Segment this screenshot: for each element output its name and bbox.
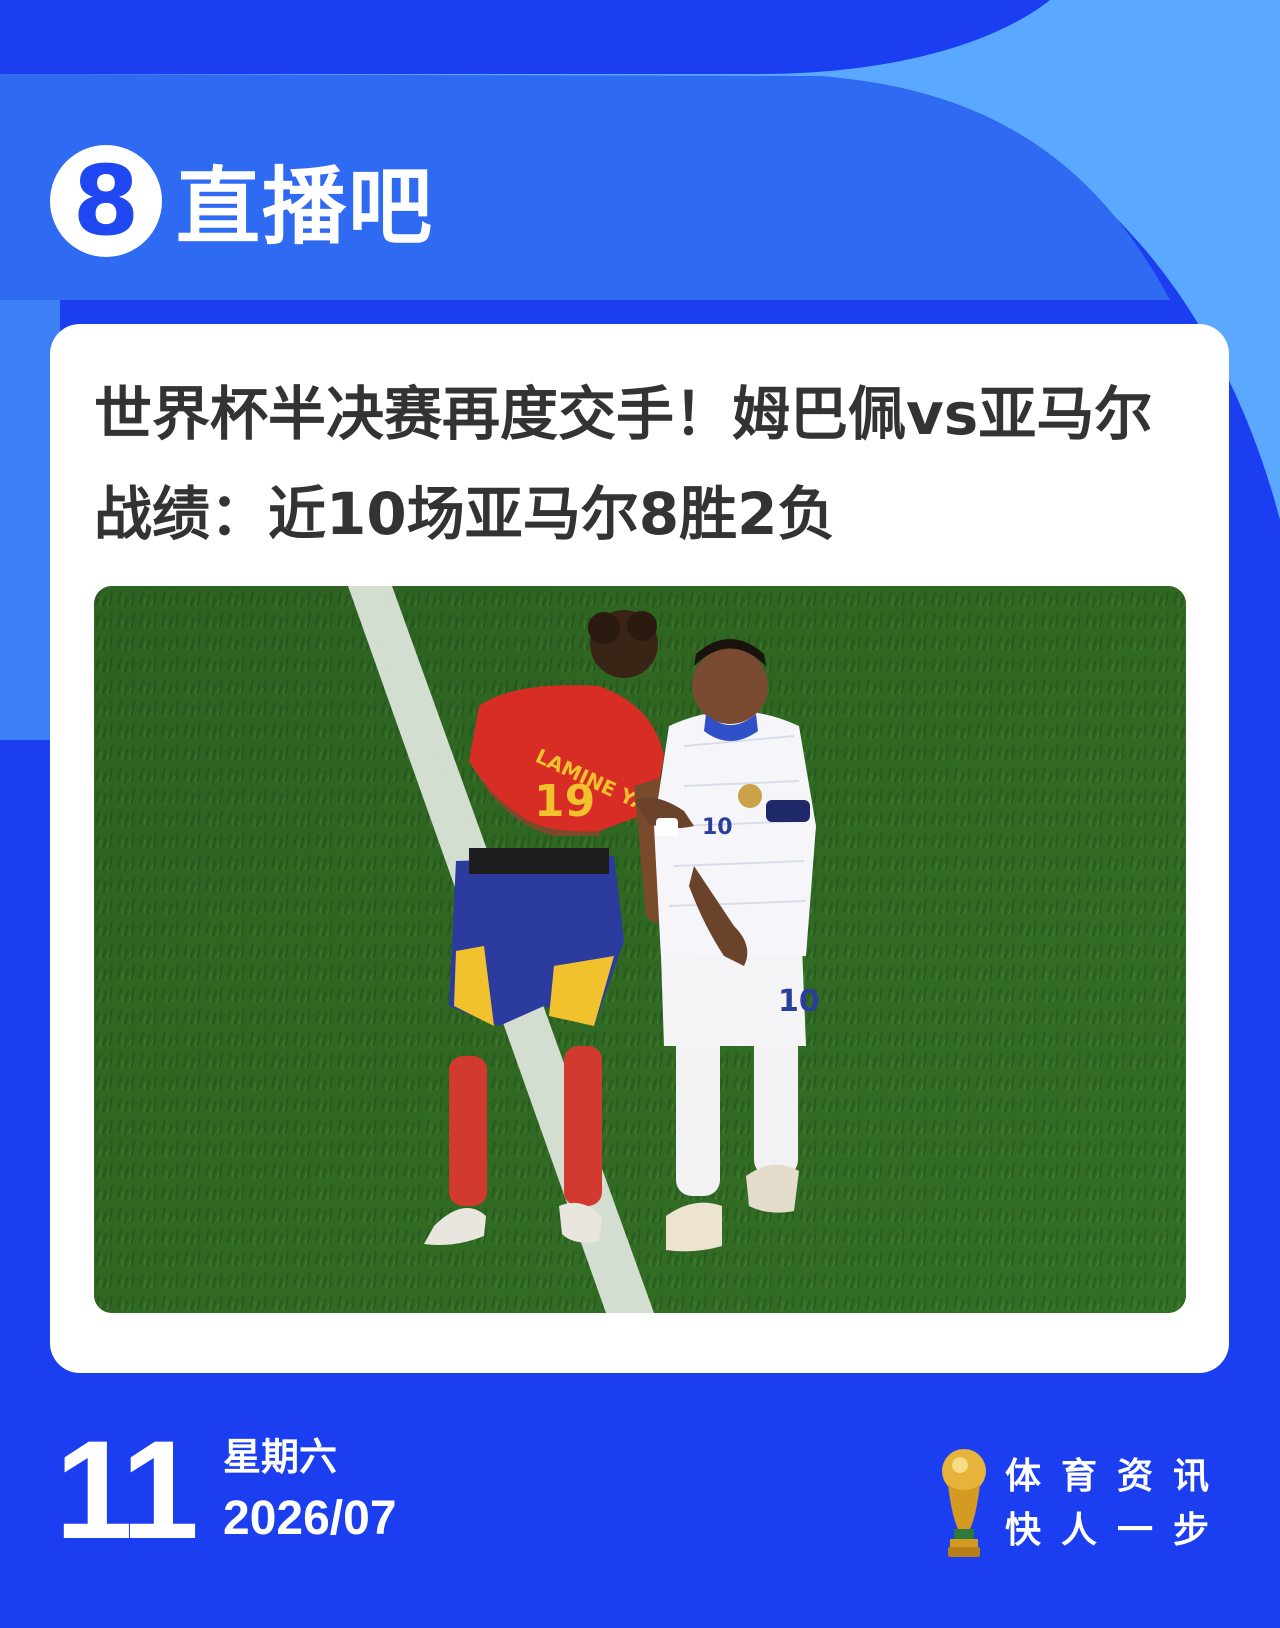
article-card[interactable]: 世界杯半决赛再度交手！姆巴佩vs亚马尔战绩：近10场亚马尔8胜2负 LAMINE…: [50, 324, 1229, 1373]
date-block: 11 星期六 2026/07: [55, 1411, 397, 1568]
svg-text:10: 10: [702, 815, 733, 840]
article-headline: 世界杯半决赛再度交手！姆巴佩vs亚马尔战绩：近10场亚马尔8胜2负: [94, 380, 1153, 548]
year-month: 2026/07: [223, 1492, 397, 1545]
brand-name: 直播吧: [176, 158, 435, 256]
world-cup-trophy-icon: [942, 1449, 986, 1557]
logo-badge-icon: 8: [50, 144, 162, 257]
date-meta: 星期六 2026/07: [223, 1435, 397, 1551]
slogan: 体育资讯 快人一步: [1005, 1450, 1229, 1558]
slogan-line-2: 快人一步: [1005, 1510, 1230, 1551]
weekday: 星期六: [223, 1435, 338, 1479]
slogan-line-1: 体育资讯: [1005, 1456, 1230, 1497]
brand-logo: 8 直播吧: [50, 140, 434, 261]
day-number: 11: [55, 1411, 199, 1568]
article-photo: LAMINE YAMAL 19 10 10: [94, 586, 1186, 1313]
svg-text:10: 10: [778, 984, 820, 1019]
poster: 8 直播吧 世界杯半决赛再度交手！姆巴佩vs亚马尔战绩：近10场亚马尔8胜2负: [0, 0, 1280, 1628]
svg-text:19: 19: [534, 776, 595, 827]
